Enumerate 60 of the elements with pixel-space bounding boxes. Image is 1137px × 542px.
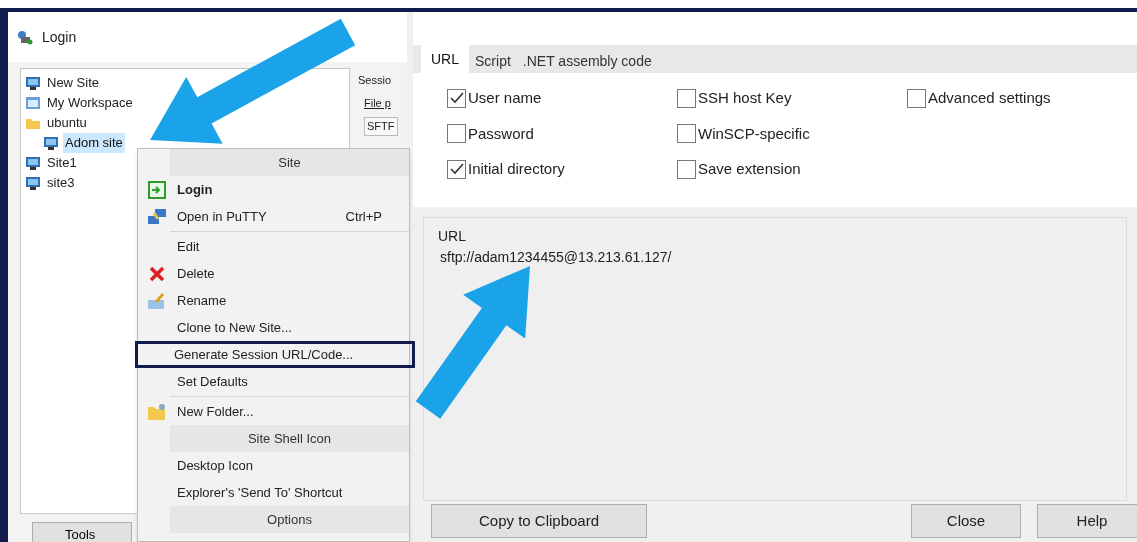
- monitor-icon: [43, 135, 59, 151]
- menu-item[interactable]: Generate Session URL/Code...: [135, 341, 415, 368]
- checkbox[interactable]: [677, 88, 696, 108]
- menu-item[interactable]: Set Defaults: [138, 368, 409, 395]
- site-tree-item[interactable]: ubuntu: [45, 113, 89, 133]
- checkbox[interactable]: [677, 124, 696, 144]
- new-folder-icon: [147, 402, 167, 421]
- monitor-icon: [25, 155, 41, 171]
- checkbox[interactable]: [447, 159, 466, 179]
- menu-item[interactable]: Rename: [138, 287, 409, 314]
- dialog-button[interactable]: Copy to Clipboard: [431, 504, 647, 538]
- menu-item[interactable]: Delete: [138, 260, 409, 287]
- checkbox-label: Save extension: [698, 159, 801, 179]
- computers-icon: [147, 207, 167, 226]
- protocol-field[interactable]: SFTF: [364, 117, 398, 136]
- checkbox-label: User name: [468, 88, 542, 108]
- menu-header: Site: [278, 153, 301, 172]
- site-tree-item[interactable]: Site1: [45, 153, 79, 173]
- checkbox-label: WinSCP-specific: [698, 123, 810, 144]
- monitor-icon: [25, 75, 41, 91]
- url-value: sftp://adam1234455@13.213.61.127/: [439, 248, 673, 267]
- menu-header: Options: [267, 510, 312, 529]
- site-tree-item[interactable]: My Workspace: [45, 93, 135, 113]
- site-tree-item[interactable]: New Site: [45, 73, 102, 93]
- group-label: URL: [438, 227, 467, 246]
- dialog-button[interactable]: Help: [1037, 504, 1137, 538]
- monitor-icon: [25, 175, 41, 191]
- checkbox-label: Advanced settings: [928, 88, 1051, 108]
- menu-item[interactable]: Edit: [138, 233, 409, 260]
- field-label: File p: [363, 95, 392, 111]
- section-label: Sessio: [358, 73, 393, 88]
- check-icon: [449, 92, 464, 105]
- workspace-icon: [25, 95, 41, 111]
- window-title: Login: [42, 27, 77, 47]
- menu-item[interactable]: Explorer's 'Send To' Shortcut: [138, 479, 409, 506]
- dialog-button[interactable]: Close: [911, 504, 1021, 538]
- menu-item[interactable]: Login: [138, 176, 409, 203]
- menu-item[interactable]: New Folder...: [138, 398, 409, 425]
- tab[interactable]: URL: [421, 45, 469, 73]
- site-tree-item[interactable]: Adom site: [63, 133, 125, 153]
- checkbox-label: Initial directory: [468, 159, 565, 179]
- delete-icon: [148, 264, 166, 283]
- tools-button[interactable]: Tools: [32, 522, 132, 542]
- rename-icon: [147, 291, 167, 310]
- checkbox[interactable]: [907, 88, 926, 108]
- login-icon: [148, 180, 166, 199]
- menu-item[interactable]: Open in PuTTY Ctrl+P: [138, 203, 409, 230]
- checkbox-label: Password: [468, 123, 534, 144]
- menu-header: Site Shell Icon: [247, 429, 332, 448]
- checkbox-label: SSH host Key: [698, 88, 792, 108]
- check-icon: [449, 163, 464, 176]
- menu-item[interactable]: Clone to New Site...: [138, 314, 409, 341]
- menu-item[interactable]: Desktop Icon: [138, 452, 409, 479]
- folder-icon: [25, 116, 41, 130]
- checkbox[interactable]: [447, 88, 466, 108]
- shortcut-label: Ctrl+P: [345, 207, 383, 226]
- login-app-icon: [16, 29, 34, 45]
- checkbox[interactable]: [447, 124, 466, 144]
- checkbox[interactable]: [677, 159, 696, 179]
- site-tree-item[interactable]: site3: [45, 173, 77, 193]
